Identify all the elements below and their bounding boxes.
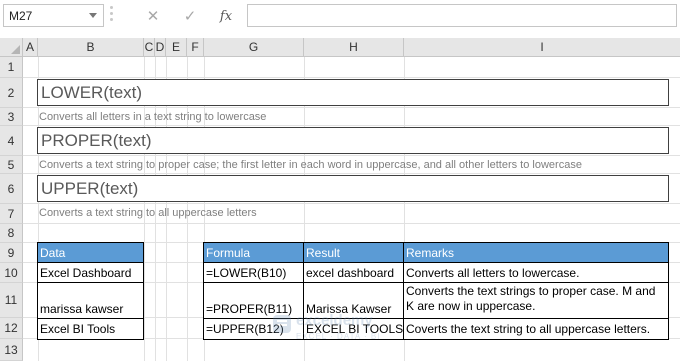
formula-cell-g10[interactable]: =LOWER(B10) (203, 262, 304, 283)
column-header-e[interactable]: E (166, 38, 187, 57)
result-column-header[interactable]: Result (303, 242, 404, 263)
column-header-d[interactable]: D (155, 38, 166, 57)
data-table-header[interactable]: Data (37, 242, 144, 263)
proper-syntax-box[interactable]: PROPER(text) (37, 127, 669, 154)
row-header-7[interactable]: 7 (0, 204, 23, 224)
row-header-5[interactable]: 5 (0, 156, 23, 174)
formula-cell-g12[interactable]: =UPPER(B12) (203, 318, 304, 340)
data-cell-b11[interactable]: marissa kawser (37, 282, 144, 319)
row-header-1[interactable]: 1 (0, 57, 23, 78)
lower-syntax-box[interactable]: LOWER(text) (37, 79, 669, 106)
insert-function-icon[interactable]: fx (215, 5, 237, 27)
enter-icon[interactable]: ✓ (179, 5, 201, 27)
proper-description: Converts a text string to proper case; t… (39, 159, 582, 171)
select-all-button[interactable] (0, 38, 23, 57)
data-cell-b10[interactable]: Excel Dashboard (37, 262, 144, 283)
row-header-8[interactable]: 8 (0, 224, 23, 243)
row-header-2[interactable]: 2 (0, 78, 23, 108)
lower-description: Converts all letters in a text string to… (39, 111, 267, 123)
result-cell-h12[interactable]: EXCEL BI TOOLS (303, 318, 404, 340)
row-header-12[interactable]: 12 (0, 318, 23, 339)
upper-description: Converts a text string to all uppercase … (39, 207, 257, 219)
remarks-column-header[interactable]: Remarks (403, 242, 669, 263)
formula-cell-g11[interactable]: =PROPER(B11) (203, 282, 304, 319)
row-header-13[interactable]: 13 (0, 339, 23, 361)
column-header-b[interactable]: B (38, 38, 144, 57)
upper-syntax-box[interactable]: UPPER(text) (37, 175, 669, 202)
column-header-c[interactable]: C (144, 38, 155, 57)
column-header-f[interactable]: F (187, 38, 204, 57)
row-header-10[interactable]: 10 (0, 263, 23, 283)
remarks-cell-i10[interactable]: Converts all letters to lowercase. (403, 262, 669, 283)
formula-column-header[interactable]: Formula (203, 242, 304, 263)
formula-bar: M27 ✕ ✓ fx (0, 0, 680, 34)
remarks-cell-i12[interactable]: Coverts the text string to all uppercase… (403, 318, 669, 340)
remarks-cell-i11[interactable]: Converts the text strings to proper case… (403, 282, 669, 319)
row-header-4[interactable]: 4 (0, 126, 23, 156)
column-header-a[interactable]: A (23, 38, 38, 57)
result-cell-h11[interactable]: Marissa Kawser (303, 282, 404, 319)
row-header-6[interactable]: 6 (0, 174, 23, 204)
formula-input[interactable] (247, 4, 677, 27)
cancel-icon[interactable]: ✕ (142, 5, 164, 27)
name-box[interactable]: M27 (3, 4, 104, 27)
name-box-dropdown-icon[interactable] (89, 13, 97, 18)
row-header-9[interactable]: 9 (0, 243, 23, 263)
row-header-3[interactable]: 3 (0, 108, 23, 126)
result-cell-h10[interactable]: excel dashboard (303, 262, 404, 283)
row-header-11[interactable]: 11 (0, 283, 23, 318)
name-box-value: M27 (9, 9, 33, 23)
column-header-i[interactable]: I (404, 38, 680, 57)
formula-bar-grip-icon[interactable] (110, 6, 113, 26)
column-header-h[interactable]: H (304, 38, 404, 57)
column-header-g[interactable]: G (204, 38, 304, 57)
data-cell-b12[interactable]: Excel BI Tools (37, 318, 144, 340)
